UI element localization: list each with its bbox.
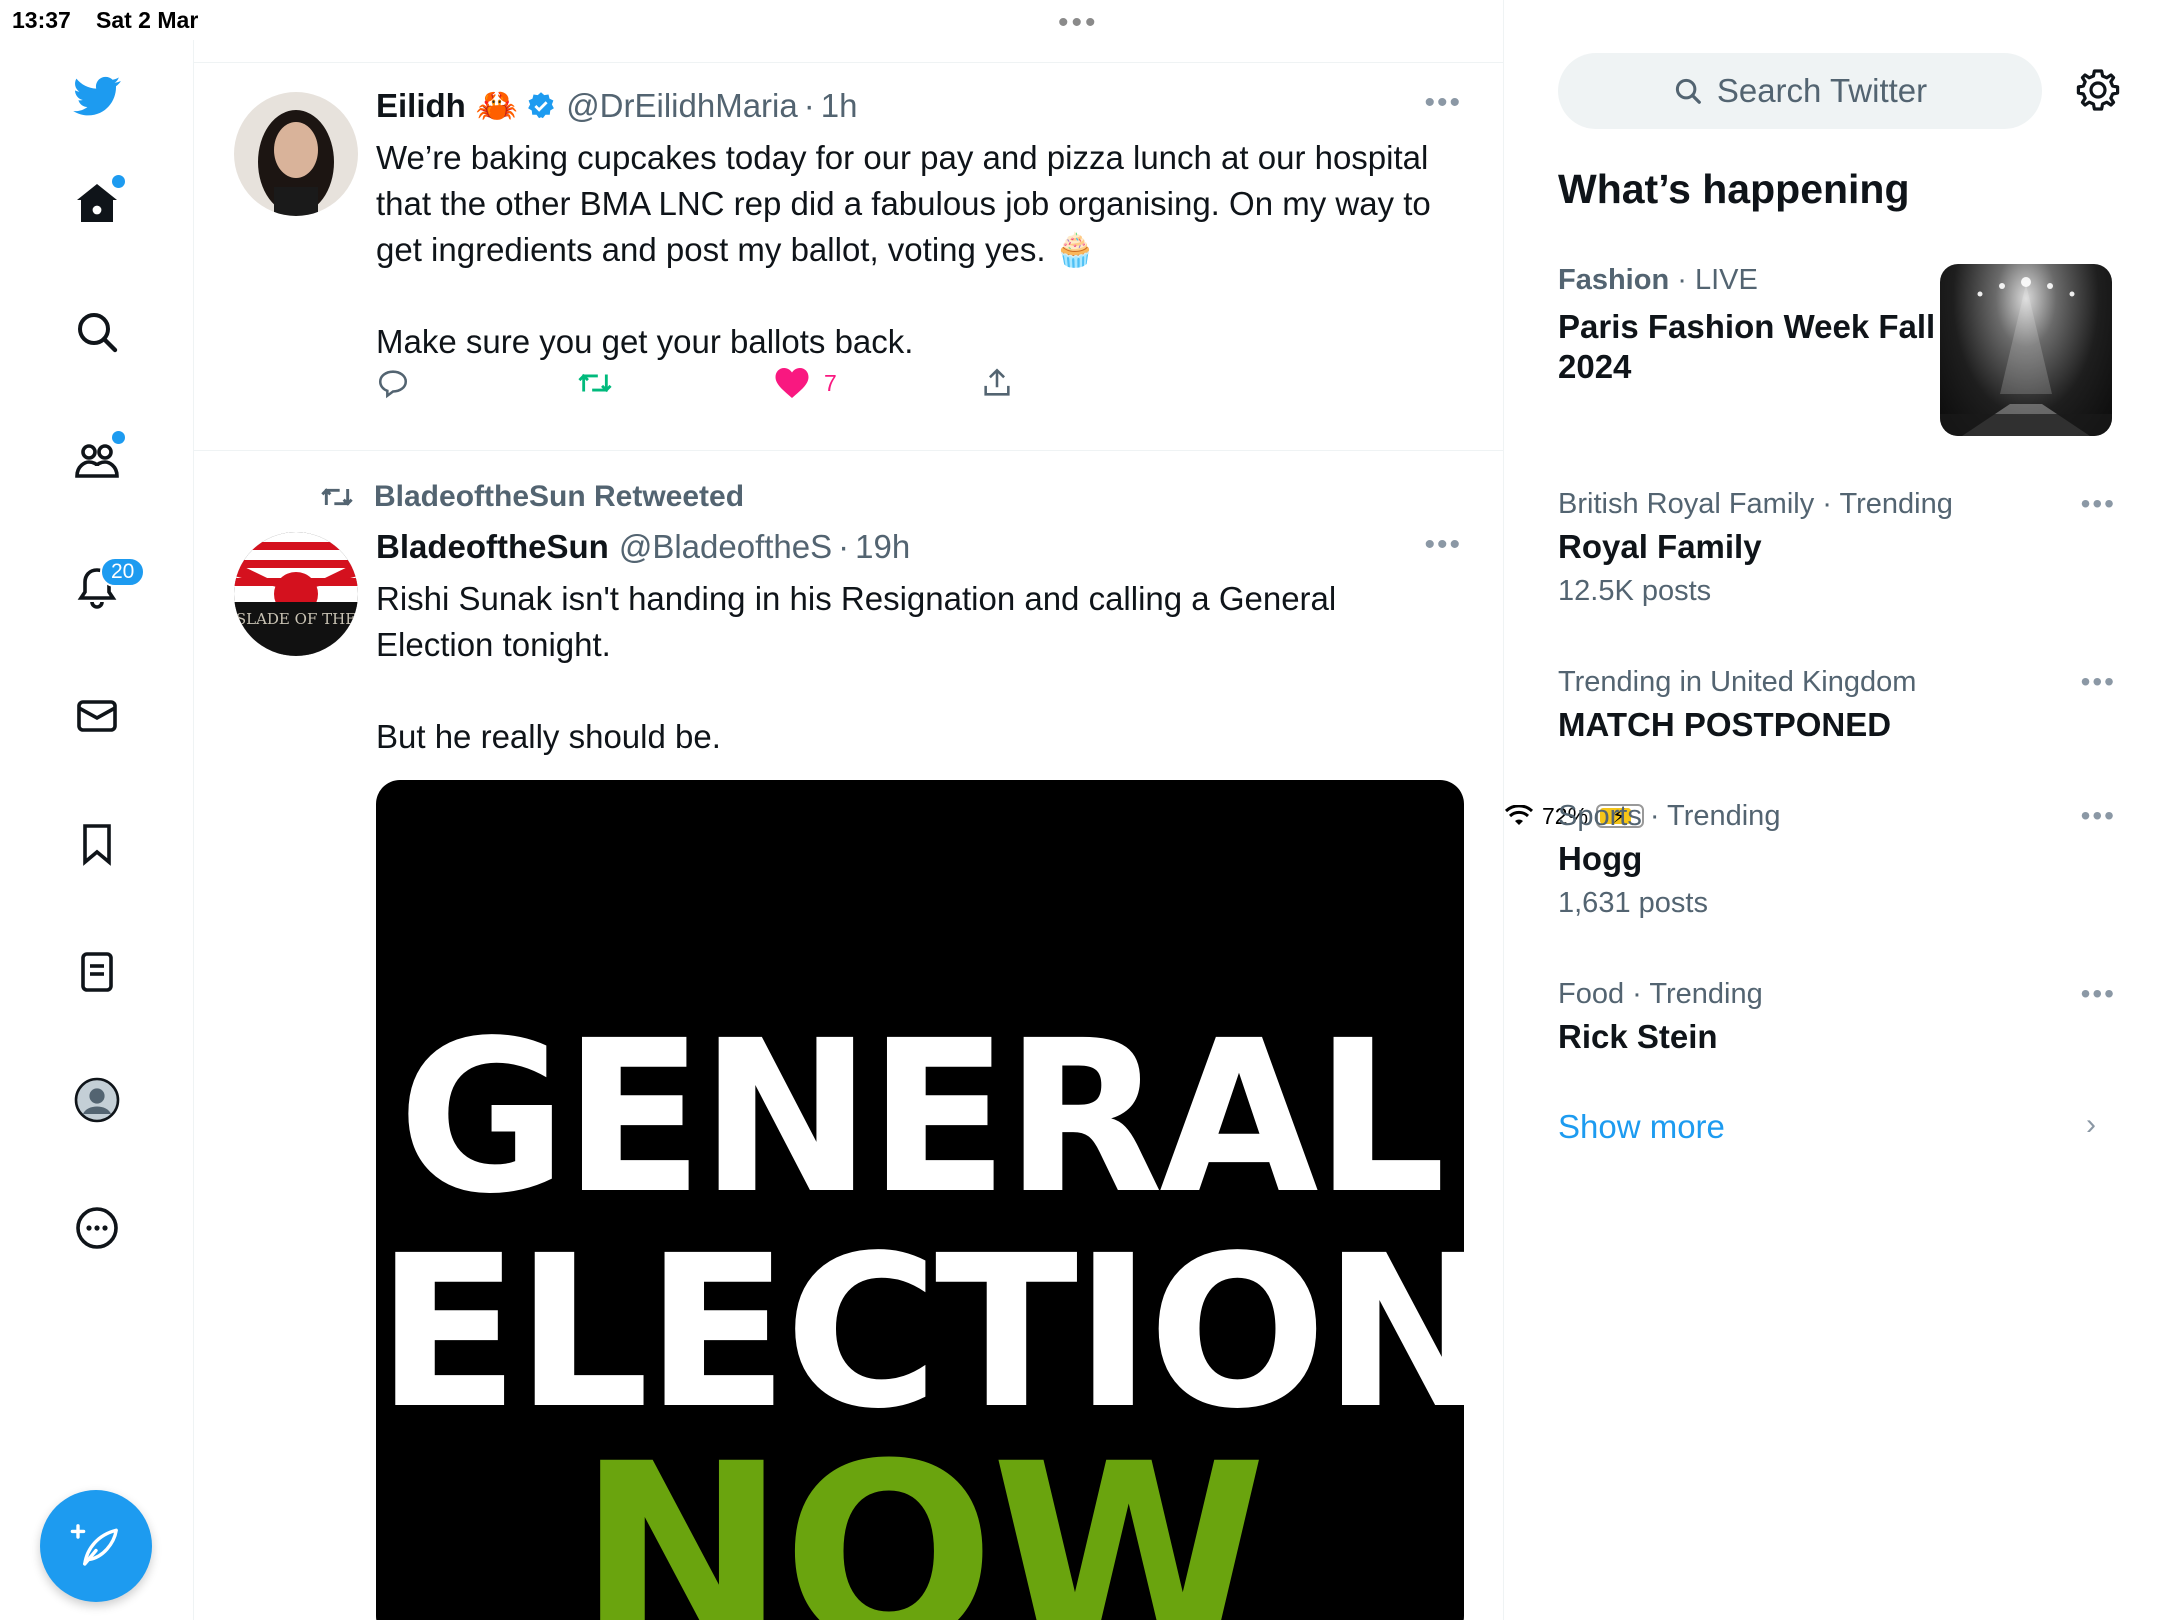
trend-title: Paris Fashion Week Fall 2024 xyxy=(1558,308,1936,385)
home-unread-dot xyxy=(112,175,125,188)
trend-post-count: 1,631 posts xyxy=(1558,887,1708,919)
trend-category: Trending in United Kingdom xyxy=(1558,666,1917,698)
right-sidebar: Search Twitter What’s happening Fashion … xyxy=(1504,0,2160,1620)
settings-button[interactable] xyxy=(2074,66,2124,116)
tweet-author-handle[interactable]: @DrEilidhMaria xyxy=(566,87,798,125)
gear-icon xyxy=(2076,69,2120,111)
media-text-line: NOW xyxy=(577,1410,1267,1620)
tweet-header: BladeoftheSun @BladeoftheS · 19h xyxy=(376,528,910,566)
trend-item[interactable]: Fashion · LIVE Paris Fashion Week Fall 2… xyxy=(1558,264,1938,387)
feed-top-divider xyxy=(194,62,1504,63)
tweet-author-handle[interactable]: @BladeoftheS xyxy=(619,528,832,566)
retweet-context: BladeoftheSun Retweeted xyxy=(318,480,744,514)
lists-icon xyxy=(81,952,113,992)
search-input[interactable]: Search Twitter xyxy=(1558,53,2042,129)
trend-category: Sports · Trending xyxy=(1558,800,1781,832)
nav-profile[interactable] xyxy=(62,1065,132,1135)
search-icon xyxy=(1675,78,1701,104)
profile-avatar-icon xyxy=(74,1077,120,1123)
tweet-divider xyxy=(194,450,1504,451)
tweet-text: Rishi Sunak isn't handing in his Resigna… xyxy=(376,580,1337,755)
reply-button[interactable] xyxy=(376,366,410,400)
tweet-author-name[interactable]: Eilidh xyxy=(376,87,466,125)
trend-item[interactable]: Food · Trending Rick Stein ••• xyxy=(1558,978,2118,1057)
compose-tweet-button[interactable] xyxy=(40,1490,152,1602)
trend-more-button[interactable]: ••• xyxy=(2081,800,2116,832)
nav-home[interactable] xyxy=(62,169,132,239)
trend-live-label: LIVE xyxy=(1694,264,1758,296)
heart-filled-icon xyxy=(775,368,809,398)
nav-more[interactable] xyxy=(62,1193,132,1263)
left-nav: 20 xyxy=(0,40,194,1620)
search-placeholder: Search Twitter xyxy=(1716,72,1928,109)
tweet-avatar[interactable]: SLADE OF THE xyxy=(234,532,358,656)
communities-icon xyxy=(75,444,119,478)
timeline: Eilidh 🦀 @DrEilidhMaria · 1h ••• We’re b… xyxy=(194,0,1504,1620)
tweet-media-image[interactable]: GENERAL ELECTION NOW xyxy=(376,780,1464,1620)
status-date: Sat 2 Mar xyxy=(96,7,199,33)
separator-dot: · xyxy=(838,528,850,565)
bookmark-icon xyxy=(83,824,111,866)
trend-category: Food · Trending xyxy=(1558,978,1763,1010)
author-emoji: 🦀 xyxy=(475,87,519,125)
nav-messages[interactable] xyxy=(62,681,132,751)
tweet-text: We’re baking cupcakes today for our pay … xyxy=(376,139,1431,360)
tweet-more-button[interactable]: ••• xyxy=(1424,528,1462,562)
trend-post-count: 12.5K posts xyxy=(1558,575,1712,607)
media-text-line: GENERAL xyxy=(398,995,1446,1240)
twitter-logo-icon[interactable] xyxy=(62,61,132,131)
separator-dot: · xyxy=(803,87,815,124)
reply-icon xyxy=(378,370,408,399)
mail-icon xyxy=(77,700,117,732)
home-icon xyxy=(77,184,117,222)
retweeted-icon xyxy=(321,488,353,506)
chevron-right-icon: › xyxy=(2086,1108,2096,1141)
nav-notifications[interactable]: 20 xyxy=(62,553,146,623)
status-time: 13:37 xyxy=(12,7,71,33)
nav-communities[interactable] xyxy=(62,425,132,495)
compose-feather-icon xyxy=(70,1524,118,1566)
trend-thumbnail[interactable] xyxy=(1940,264,2112,436)
trend-item[interactable]: Sports · Trending Hogg 1,631 posts ••• xyxy=(1558,800,2118,920)
show-more-link[interactable]: Show more xyxy=(1558,1108,1725,1146)
trend-title: Royal Family xyxy=(1558,528,1762,565)
trend-item[interactable]: British Royal Family · Trending Royal Fa… xyxy=(1558,488,2118,608)
tweet-author-name[interactable]: BladeoftheSun xyxy=(376,528,609,566)
trend-category: Fashion xyxy=(1558,264,1670,296)
tweet-time[interactable]: 1h xyxy=(821,87,858,125)
notifications-badge: 20 xyxy=(100,557,146,587)
tweet-more-button[interactable]: ••• xyxy=(1424,86,1462,120)
trend-more-button[interactable]: ••• xyxy=(2081,666,2116,698)
share-button[interactable] xyxy=(980,366,1014,400)
tweet-time[interactable]: 19h xyxy=(855,528,910,566)
nav-explore[interactable] xyxy=(62,297,132,367)
trend-title: Hogg xyxy=(1558,840,1643,877)
whats-happening-title: What’s happening xyxy=(1558,166,1910,212)
nav-lists[interactable] xyxy=(62,937,132,1007)
trend-more-button[interactable]: ••• xyxy=(2081,488,2116,520)
trend-meta: Fashion · LIVE xyxy=(1558,264,1758,296)
communities-unread-dot xyxy=(112,431,125,444)
avatar-logo-text: SLADE OF THE xyxy=(236,610,356,628)
tweet-header: Eilidh 🦀 @DrEilidhMaria · 1h xyxy=(376,86,857,126)
trend-category: British Royal Family · Trending xyxy=(1558,488,1953,520)
verified-badge-icon xyxy=(528,92,555,119)
trend-more-button[interactable]: ••• xyxy=(2081,978,2116,1010)
search-icon xyxy=(78,313,118,353)
trend-title: Rick Stein xyxy=(1558,1018,1718,1055)
trend-item[interactable]: Trending in United Kingdom MATCH POSTPON… xyxy=(1558,666,2118,745)
retweet-icon xyxy=(578,373,612,393)
tweet-avatar[interactable] xyxy=(234,92,358,216)
like-count: 7 xyxy=(824,369,837,396)
like-button[interactable]: 7 xyxy=(774,366,837,400)
trend-title: MATCH POSTPONED xyxy=(1558,706,1892,743)
retweet-button[interactable] xyxy=(576,366,614,400)
nav-bookmarks[interactable] xyxy=(62,809,132,879)
more-circle-icon xyxy=(76,1207,118,1249)
retweeted-by-label[interactable]: BladeoftheSun Retweeted xyxy=(374,480,744,514)
share-icon xyxy=(984,368,1010,396)
